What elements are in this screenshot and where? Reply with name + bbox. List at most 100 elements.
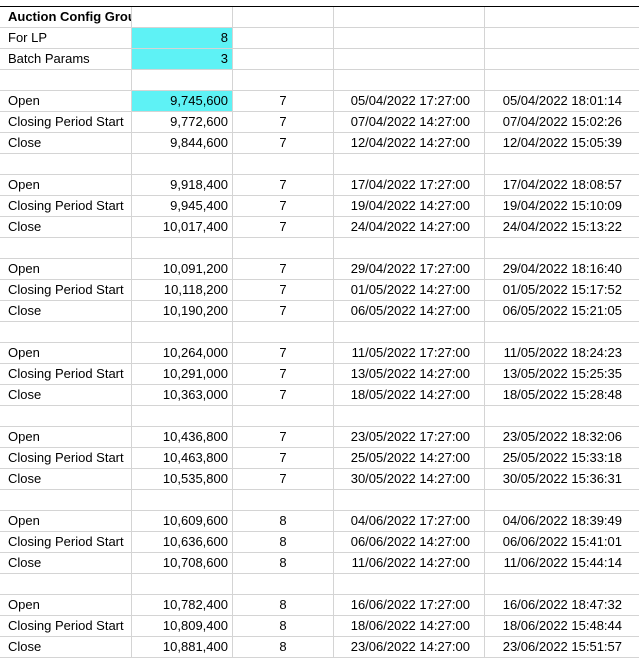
actual-time-cell[interactable]: 06/05/2022 15:21:05 xyxy=(485,301,639,322)
phase-label-cell[interactable]: Close xyxy=(0,469,132,490)
phase-label-cell[interactable]: Closing Period Start xyxy=(0,616,132,637)
empty-cell[interactable] xyxy=(485,7,639,28)
count-cell[interactable]: 8 xyxy=(233,553,334,574)
phase-label-cell[interactable]: Close xyxy=(0,133,132,154)
empty-cell[interactable] xyxy=(233,406,334,427)
phase-label-cell[interactable]: Closing Period Start xyxy=(0,196,132,217)
count-cell[interactable]: 7 xyxy=(233,343,334,364)
actual-time-cell[interactable]: 12/04/2022 15:05:39 xyxy=(485,133,639,154)
empty-cell[interactable] xyxy=(485,154,639,175)
phase-label-cell[interactable]: Open xyxy=(0,343,132,364)
scheduled-time-cell[interactable]: 24/04/2022 14:27:00 xyxy=(334,217,485,238)
empty-cell[interactable] xyxy=(233,574,334,595)
amount-cell[interactable]: 10,436,800 xyxy=(132,427,233,448)
empty-cell[interactable] xyxy=(0,322,132,343)
count-cell[interactable]: 7 xyxy=(233,448,334,469)
phase-label-cell[interactable]: Open xyxy=(0,175,132,196)
empty-cell[interactable] xyxy=(334,238,485,259)
empty-cell[interactable] xyxy=(0,574,132,595)
scheduled-time-cell[interactable]: 05/04/2022 17:27:00 xyxy=(334,91,485,112)
count-cell[interactable]: 7 xyxy=(233,364,334,385)
empty-cell[interactable] xyxy=(485,49,639,70)
scheduled-time-cell[interactable]: 11/06/2022 14:27:00 xyxy=(334,553,485,574)
empty-cell[interactable] xyxy=(334,28,485,49)
amount-cell[interactable]: 9,918,400 xyxy=(132,175,233,196)
empty-cell[interactable] xyxy=(0,490,132,511)
actual-time-cell[interactable]: 04/06/2022 18:39:49 xyxy=(485,511,639,532)
scheduled-time-cell[interactable]: 06/06/2022 14:27:00 xyxy=(334,532,485,553)
scheduled-time-cell[interactable]: 23/06/2022 14:27:00 xyxy=(334,637,485,658)
count-cell[interactable]: 7 xyxy=(233,175,334,196)
amount-cell[interactable]: 10,363,000 xyxy=(132,385,233,406)
empty-cell[interactable] xyxy=(334,70,485,91)
count-cell[interactable]: 7 xyxy=(233,427,334,448)
amount-cell[interactable]: 10,118,200 xyxy=(132,280,233,301)
phase-label-cell[interactable]: Open xyxy=(0,91,132,112)
empty-cell[interactable] xyxy=(334,406,485,427)
amount-cell[interactable]: 10,609,600 xyxy=(132,511,233,532)
actual-time-cell[interactable]: 29/04/2022 18:16:40 xyxy=(485,259,639,280)
actual-time-cell[interactable]: 30/05/2022 15:36:31 xyxy=(485,469,639,490)
empty-cell[interactable] xyxy=(132,70,233,91)
empty-cell[interactable] xyxy=(132,154,233,175)
amount-cell[interactable]: 10,091,200 xyxy=(132,259,233,280)
empty-cell[interactable] xyxy=(233,7,334,28)
empty-cell[interactable] xyxy=(132,574,233,595)
amount-cell[interactable]: 10,708,600 xyxy=(132,553,233,574)
actual-time-cell[interactable]: 18/06/2022 15:48:44 xyxy=(485,616,639,637)
actual-time-cell[interactable]: 24/04/2022 15:13:22 xyxy=(485,217,639,238)
empty-cell[interactable] xyxy=(233,238,334,259)
empty-cell[interactable] xyxy=(485,70,639,91)
amount-cell[interactable]: 10,190,200 xyxy=(132,301,233,322)
empty-cell[interactable] xyxy=(0,154,132,175)
actual-time-cell[interactable]: 11/05/2022 18:24:23 xyxy=(485,343,639,364)
actual-time-cell[interactable]: 01/05/2022 15:17:52 xyxy=(485,280,639,301)
amount-cell[interactable]: 10,291,000 xyxy=(132,364,233,385)
empty-cell[interactable] xyxy=(233,322,334,343)
empty-cell[interactable] xyxy=(334,322,485,343)
actual-time-cell[interactable]: 07/04/2022 15:02:26 xyxy=(485,112,639,133)
phase-label-cell[interactable]: Open xyxy=(0,511,132,532)
scheduled-time-cell[interactable]: 19/04/2022 14:27:00 xyxy=(334,196,485,217)
phase-label-cell[interactable]: Open xyxy=(0,595,132,616)
count-cell[interactable]: 7 xyxy=(233,133,334,154)
count-cell[interactable]: 7 xyxy=(233,259,334,280)
count-cell[interactable]: 8 xyxy=(233,637,334,658)
scheduled-time-cell[interactable]: 18/06/2022 14:27:00 xyxy=(334,616,485,637)
empty-cell[interactable] xyxy=(485,28,639,49)
actual-time-cell[interactable]: 11/06/2022 15:44:14 xyxy=(485,553,639,574)
actual-time-cell[interactable]: 19/04/2022 15:10:09 xyxy=(485,196,639,217)
count-cell[interactable]: 7 xyxy=(233,385,334,406)
empty-cell[interactable] xyxy=(233,70,334,91)
count-cell[interactable]: 8 xyxy=(233,511,334,532)
param-label-cell[interactable]: Batch Params xyxy=(0,49,132,70)
empty-cell[interactable] xyxy=(485,322,639,343)
actual-time-cell[interactable]: 18/05/2022 15:28:48 xyxy=(485,385,639,406)
empty-cell[interactable] xyxy=(334,574,485,595)
scheduled-time-cell[interactable]: 04/06/2022 17:27:00 xyxy=(334,511,485,532)
amount-cell[interactable]: 9,772,600 xyxy=(132,112,233,133)
amount-cell[interactable]: 10,782,400 xyxy=(132,595,233,616)
actual-time-cell[interactable]: 23/05/2022 18:32:06 xyxy=(485,427,639,448)
empty-cell[interactable] xyxy=(132,406,233,427)
count-cell[interactable]: 7 xyxy=(233,112,334,133)
empty-cell[interactable] xyxy=(485,574,639,595)
phase-label-cell[interactable]: Close xyxy=(0,301,132,322)
scheduled-time-cell[interactable]: 30/05/2022 14:27:00 xyxy=(334,469,485,490)
amount-cell[interactable]: 10,017,400 xyxy=(132,217,233,238)
scheduled-time-cell[interactable]: 01/05/2022 14:27:00 xyxy=(334,280,485,301)
phase-label-cell[interactable]: Close xyxy=(0,217,132,238)
scheduled-time-cell[interactable]: 11/05/2022 17:27:00 xyxy=(334,343,485,364)
phase-label-cell[interactable]: Closing Period Start xyxy=(0,280,132,301)
count-cell[interactable]: 7 xyxy=(233,217,334,238)
count-cell[interactable]: 8 xyxy=(233,532,334,553)
count-cell[interactable]: 8 xyxy=(233,616,334,637)
actual-time-cell[interactable]: 17/04/2022 18:08:57 xyxy=(485,175,639,196)
empty-cell[interactable] xyxy=(233,49,334,70)
count-cell[interactable]: 7 xyxy=(233,280,334,301)
empty-cell[interactable] xyxy=(0,238,132,259)
phase-label-cell[interactable]: Closing Period Start xyxy=(0,112,132,133)
empty-cell[interactable] xyxy=(132,7,233,28)
scheduled-time-cell[interactable]: 13/05/2022 14:27:00 xyxy=(334,364,485,385)
scheduled-time-cell[interactable]: 25/05/2022 14:27:00 xyxy=(334,448,485,469)
